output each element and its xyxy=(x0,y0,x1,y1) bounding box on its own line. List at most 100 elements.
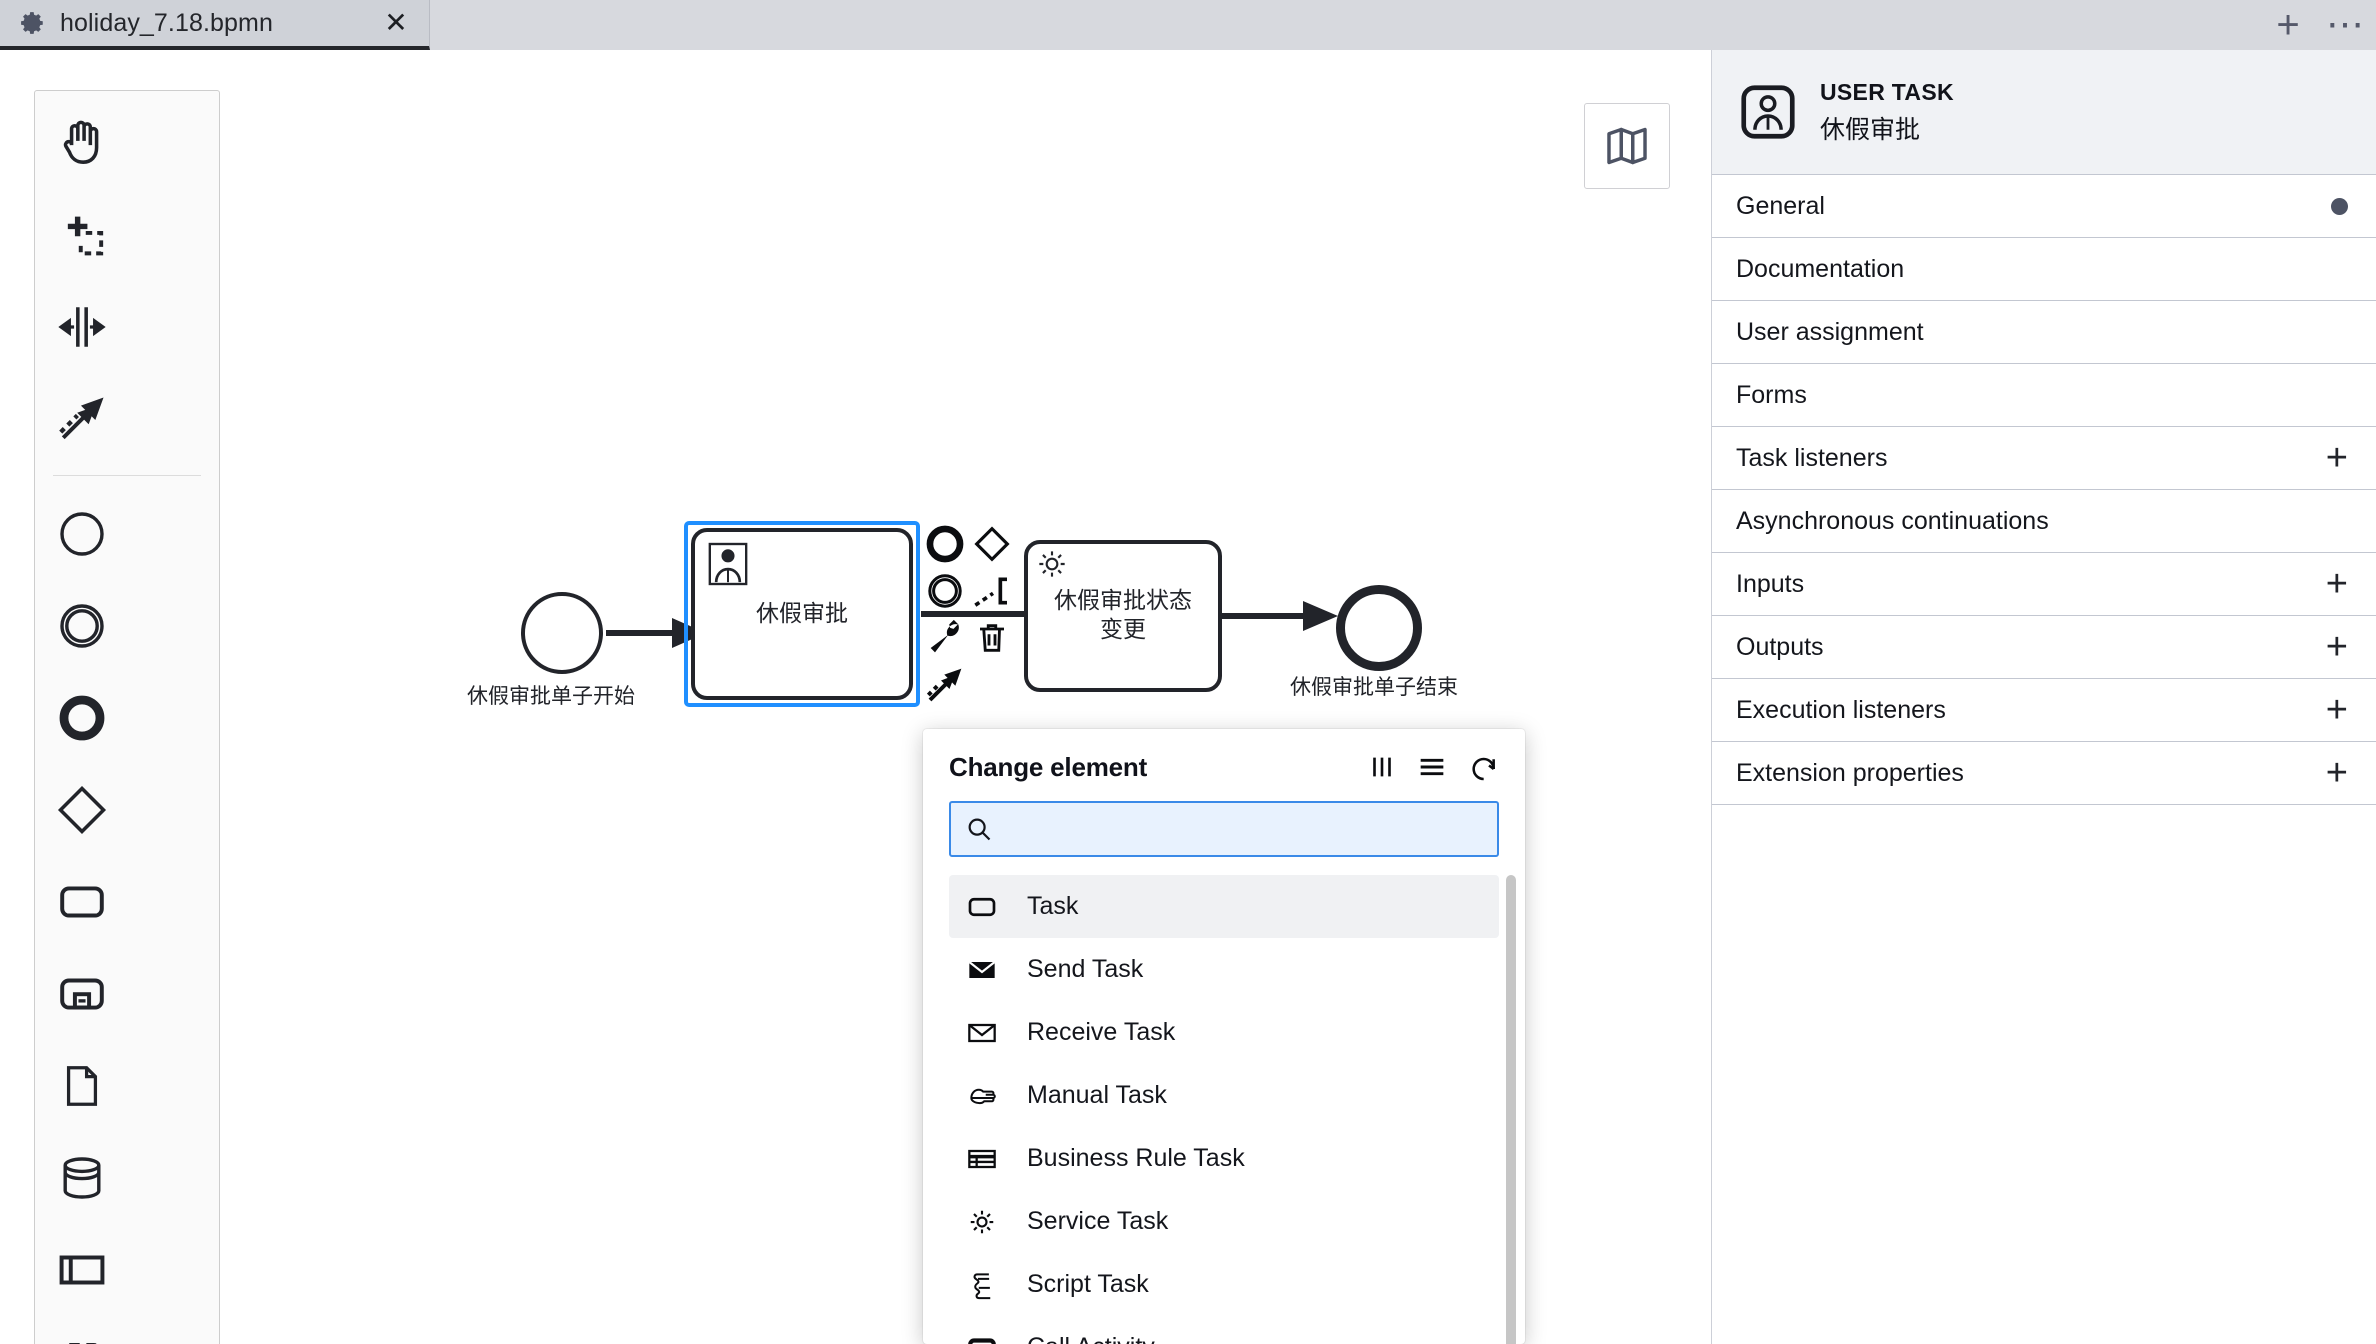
context-pad-append-gateway[interactable] xyxy=(968,520,1016,568)
popup-header: Change element xyxy=(923,729,1525,793)
create-subprocess-button[interactable] xyxy=(35,948,128,1040)
context-pad-connect[interactable] xyxy=(921,661,969,709)
global-connect-tool-button[interactable] xyxy=(35,373,128,465)
prop-group-execution-listeners[interactable]: Execution listeners + xyxy=(1712,679,2376,742)
popup-item-label: Business Rule Task xyxy=(1027,1144,1245,1172)
new-tab-button[interactable]: + xyxy=(2258,0,2318,50)
properties-panel: USER TASK 休假审批 General Documentation Use… xyxy=(1711,50,2376,1344)
map-icon xyxy=(1607,127,1647,165)
prop-group-label: Asynchronous continuations xyxy=(1736,506,2049,535)
create-group-button[interactable] xyxy=(35,1316,128,1344)
popup-item-business-rule-task[interactable]: Business Rule Task xyxy=(949,1127,1499,1190)
space-tool-button[interactable] xyxy=(35,281,128,373)
more-options-icon[interactable]: ⋯ xyxy=(2318,0,2376,50)
search-icon xyxy=(968,818,991,841)
tab-bar: holiday_7.18.bpmn ✕ + ⋯ xyxy=(0,0,2376,50)
context-pad-change-type[interactable] xyxy=(921,614,969,662)
add-icon[interactable]: + xyxy=(2326,565,2348,603)
context-pad-append-end-event[interactable] xyxy=(921,520,969,568)
popup-scrollbar[interactable] xyxy=(1506,875,1516,1344)
create-gateway-button[interactable] xyxy=(35,764,128,856)
user-task-icon xyxy=(1741,85,1795,139)
envelope-outline-icon xyxy=(965,1017,999,1049)
close-icon[interactable]: ✕ xyxy=(381,8,411,38)
context-pad-append-text-annotation[interactable] xyxy=(968,567,1016,615)
popup-item-task[interactable]: Task xyxy=(949,875,1499,938)
prop-group-documentation[interactable]: Documentation xyxy=(1712,238,2376,301)
create-data-store-button[interactable] xyxy=(35,1132,128,1224)
popup-item-script-task[interactable]: Script Task xyxy=(949,1253,1499,1316)
palette-divider xyxy=(53,475,201,476)
table-icon xyxy=(965,1143,999,1175)
hand-tool-button[interactable] xyxy=(35,97,128,189)
create-participant-button[interactable] xyxy=(35,1224,128,1316)
add-icon[interactable]: + xyxy=(2326,628,2348,666)
prop-group-extension-properties[interactable]: Extension properties + xyxy=(1712,742,2376,805)
selection-outline xyxy=(684,521,920,707)
prop-group-label: Extension properties xyxy=(1736,758,1964,787)
create-data-object-button[interactable] xyxy=(35,1040,128,1132)
prop-group-label: Inputs xyxy=(1736,569,1805,598)
palette-tools-group xyxy=(35,97,219,465)
popup-actions xyxy=(1367,751,1499,783)
tab-bar-spacer xyxy=(430,0,2258,50)
start-event-shape[interactable] xyxy=(521,592,603,674)
tab-holiday-bpmn[interactable]: holiday_7.18.bpmn ✕ xyxy=(0,0,430,50)
create-start-event-button[interactable] xyxy=(35,488,128,580)
popup-item-service-task[interactable]: Service Task xyxy=(949,1190,1499,1253)
add-icon[interactable]: + xyxy=(2326,439,2348,477)
popup-item-label: Service Task xyxy=(1027,1207,1169,1235)
prop-group-label: General xyxy=(1736,191,1825,220)
context-pad xyxy=(921,520,1081,720)
popup-item-list: Task Send Task Receive Task Manual Task … xyxy=(923,875,1525,1344)
element-type-label: USER TASK xyxy=(1820,78,1954,105)
context-pad-delete[interactable] xyxy=(968,614,1016,662)
prop-group-forms[interactable]: Forms xyxy=(1712,364,2376,427)
context-pad-append-intermediate-event[interactable] xyxy=(921,567,969,615)
columns-icon[interactable] xyxy=(1367,752,1397,782)
main-area: 休假审批单子开始 休假审批 休假审批状态变更 休假审批单子结束 Change e… xyxy=(0,50,2376,1344)
create-task-button[interactable] xyxy=(35,856,128,948)
popup-item-label: Send Task xyxy=(1027,955,1144,983)
prop-group-inputs[interactable]: Inputs + xyxy=(1712,553,2376,616)
add-icon[interactable]: + xyxy=(2326,754,2348,792)
end-event-shape[interactable] xyxy=(1336,585,1422,671)
start-event-label: 休假审批单子开始 xyxy=(467,684,635,708)
popup-item-send-task[interactable]: Send Task xyxy=(949,938,1499,1001)
create-intermediate-event-button[interactable] xyxy=(35,580,128,672)
palette-elements-group xyxy=(35,488,219,1344)
create-end-event-button[interactable] xyxy=(35,672,128,764)
prop-group-general[interactable]: General xyxy=(1712,175,2376,238)
envelope-filled-icon xyxy=(965,954,999,986)
popup-item-label: Receive Task xyxy=(1027,1018,1176,1046)
gear-icon xyxy=(21,12,43,34)
prop-group-label: Task listeners xyxy=(1736,443,1888,472)
popup-item-receive-task[interactable]: Receive Task xyxy=(949,1001,1499,1064)
status-dot-icon xyxy=(2331,197,2348,215)
add-icon[interactable]: + xyxy=(2326,691,2348,729)
bpmn-palette xyxy=(34,90,220,1344)
gear-icon xyxy=(965,1207,999,1237)
undo-icon[interactable] xyxy=(1467,751,1499,783)
popup-item-call-activity[interactable]: Call Activity xyxy=(949,1316,1499,1344)
end-event-label: 休假审批单子结束 xyxy=(1290,675,1458,699)
list-icon[interactable] xyxy=(1416,751,1448,783)
popup-item-label: Task xyxy=(1027,892,1079,920)
prop-group-asynchronous-continuations[interactable]: Asynchronous continuations xyxy=(1712,490,2376,553)
rounded-rect-thick-icon xyxy=(965,1332,999,1344)
prop-group-label: Outputs xyxy=(1736,632,1824,661)
bpmn-canvas[interactable]: 休假审批单子开始 休假审批 休假审批状态变更 休假审批单子结束 Change e… xyxy=(0,50,1711,1344)
tab-title: holiday_7.18.bpmn xyxy=(60,8,273,37)
lasso-tool-button[interactable] xyxy=(35,189,128,281)
prop-group-user-assignment[interactable]: User assignment xyxy=(1712,301,2376,364)
scroll-icon xyxy=(965,1270,999,1300)
search-input[interactable] xyxy=(1005,815,1483,843)
hand-point-icon xyxy=(965,1080,999,1112)
popup-search-box[interactable] xyxy=(949,801,1499,857)
minimap-toggle-button[interactable] xyxy=(1584,103,1670,189)
prop-group-outputs[interactable]: Outputs + xyxy=(1712,616,2376,679)
popup-item-label: Manual Task xyxy=(1027,1081,1167,1109)
prop-group-task-listeners[interactable]: Task listeners + xyxy=(1712,427,2376,490)
popup-item-manual-task[interactable]: Manual Task xyxy=(949,1064,1499,1127)
popup-item-label: Script Task xyxy=(1027,1270,1149,1298)
